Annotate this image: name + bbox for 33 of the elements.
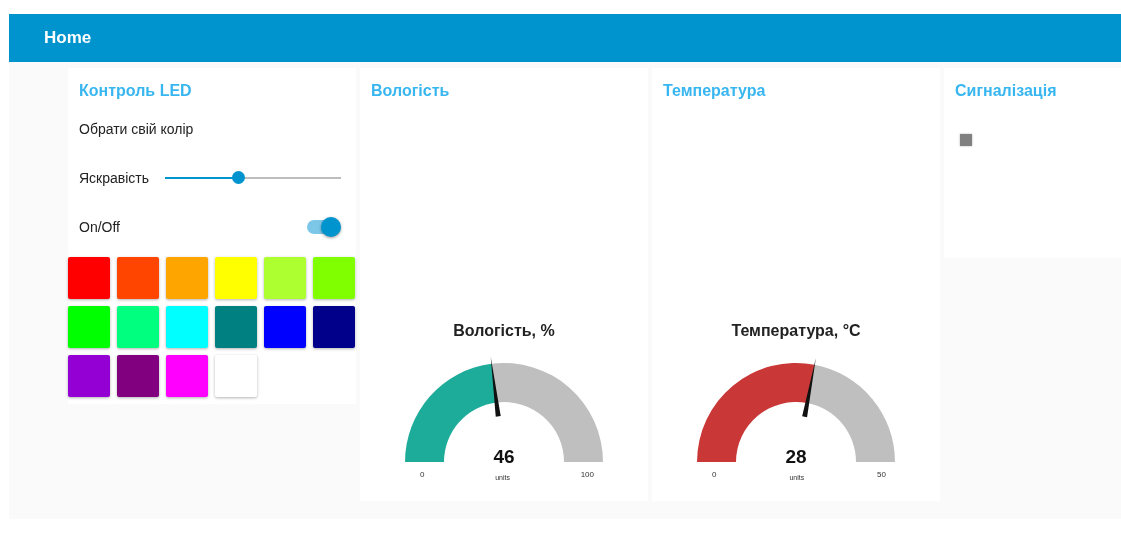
card-title: Температура (662, 81, 767, 101)
gauge-title: Температура, °C (731, 322, 861, 340)
gauge-max: 50 (877, 470, 886, 479)
slider-label: Яскравість (79, 169, 150, 186)
color-swatch[interactable] (264, 306, 306, 348)
color-swatch[interactable] (166, 257, 208, 299)
color-swatch[interactable] (117, 257, 159, 299)
color-swatch[interactable] (166, 306, 208, 348)
gauge-max: 100 (580, 470, 594, 479)
color-swatch[interactable] (117, 306, 159, 348)
color-swatch[interactable] (215, 355, 257, 397)
color-swatch[interactable] (264, 257, 306, 299)
picker-label: Обрати свій колір (79, 120, 194, 137)
gauge-value: 28 (784, 446, 808, 468)
color-swatch[interactable] (166, 355, 208, 397)
color-swatch[interactable] (68, 306, 110, 348)
color-swatch[interactable] (68, 257, 110, 299)
gauge-value: 46 (492, 446, 516, 468)
card-title: Сигналізація (954, 81, 1058, 101)
color-swatch[interactable] (68, 355, 110, 397)
color-swatch[interactable] (215, 257, 257, 299)
gauge-min: 0 (420, 470, 425, 479)
color-swatch[interactable] (313, 306, 355, 348)
page-title: Home (44, 28, 92, 48)
card-title: Контроль LED (78, 81, 193, 101)
gauge-min: 0 (712, 470, 717, 479)
switch-label: On/Off (79, 218, 120, 235)
card-title: Вологість (370, 81, 451, 101)
color-swatch[interactable] (117, 355, 159, 397)
toggle-switch[interactable] (307, 216, 341, 237)
gauge-title: Вологість, % (453, 322, 555, 340)
color-swatch[interactable] (215, 306, 257, 348)
color-swatch[interactable] (313, 257, 355, 299)
